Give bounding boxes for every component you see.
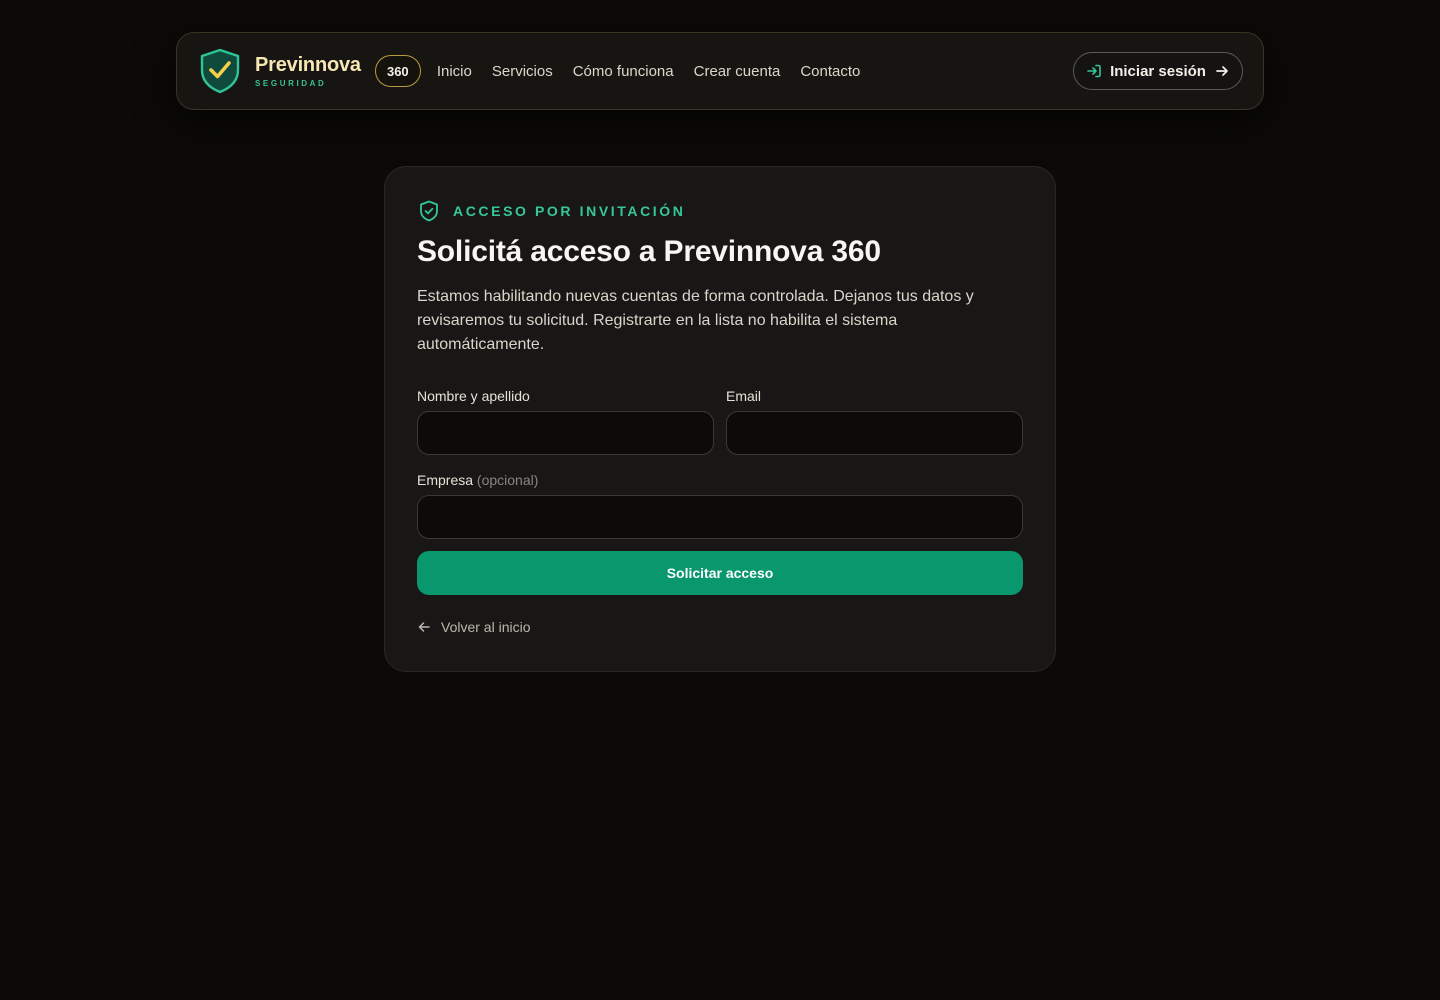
name-input[interactable] [417,411,714,455]
version-badge: 360 [374,55,421,87]
arrow-left-icon [418,622,430,632]
company-label-text: Empresa [417,472,474,488]
eyebrow: ACCESO POR INVITACIÓN [417,199,1023,223]
form-row-1: Nombre y apellido Email [417,385,1023,455]
company-field-group: Empresa (opcional) [417,469,1023,539]
nav-link-inicio[interactable]: Inicio [437,63,472,80]
log-in-icon [1087,64,1101,78]
nav-link-como-funciona[interactable]: Cómo funciona [573,63,674,80]
login-button-label: Iniciar sesión [1110,62,1206,80]
company-input[interactable] [417,495,1023,539]
page-description: Estamos habilitando nuevas cuentas de fo… [417,288,974,353]
login-button[interactable]: Iniciar sesión [1073,52,1243,90]
shield-check-icon [420,200,438,222]
shield-check-icon[interactable] [199,48,241,94]
email-input[interactable] [726,411,1023,455]
nav-link-servicios[interactable]: Servicios [492,63,553,80]
name-field-group: Nombre y apellido [417,385,714,455]
company-label: Empresa (opcional) [417,469,1023,491]
access-request-card: ACCESO POR INVITACIÓN Solicitá acceso a … [384,166,1056,672]
brand[interactable]: Previnnova SEGURIDAD [255,54,361,88]
company-optional-hint: (opcional) [476,472,539,488]
brand-name: Previnnova [255,54,361,76]
email-field-group: Email [726,385,1023,455]
form-row-2: Empresa (opcional) [417,469,1023,539]
submit-request-button[interactable]: Solicitar acceso [417,551,1023,595]
nav-link-contacto[interactable]: Contacto [800,63,860,80]
arrow-right-icon [1216,66,1228,76]
nav-links: Inicio Servicios Cómo funciona Crear cue… [437,63,861,80]
email-label: Email [726,388,762,404]
top-navbar: Previnnova SEGURIDAD 360 Inicio Servicio… [176,32,1264,110]
back-link-label: Volver al inicio [441,619,531,635]
brand-subtitle: SEGURIDAD [255,79,327,88]
back-to-home-link[interactable]: Volver al inicio [417,619,1023,635]
name-label: Nombre y apellido [417,388,530,404]
eyebrow-text: ACCESO POR INVITACIÓN [453,203,686,219]
nav-link-crear-cuenta[interactable]: Crear cuenta [694,63,781,80]
page-title: Solicitá acceso a Previnnova 360 [417,235,881,268]
